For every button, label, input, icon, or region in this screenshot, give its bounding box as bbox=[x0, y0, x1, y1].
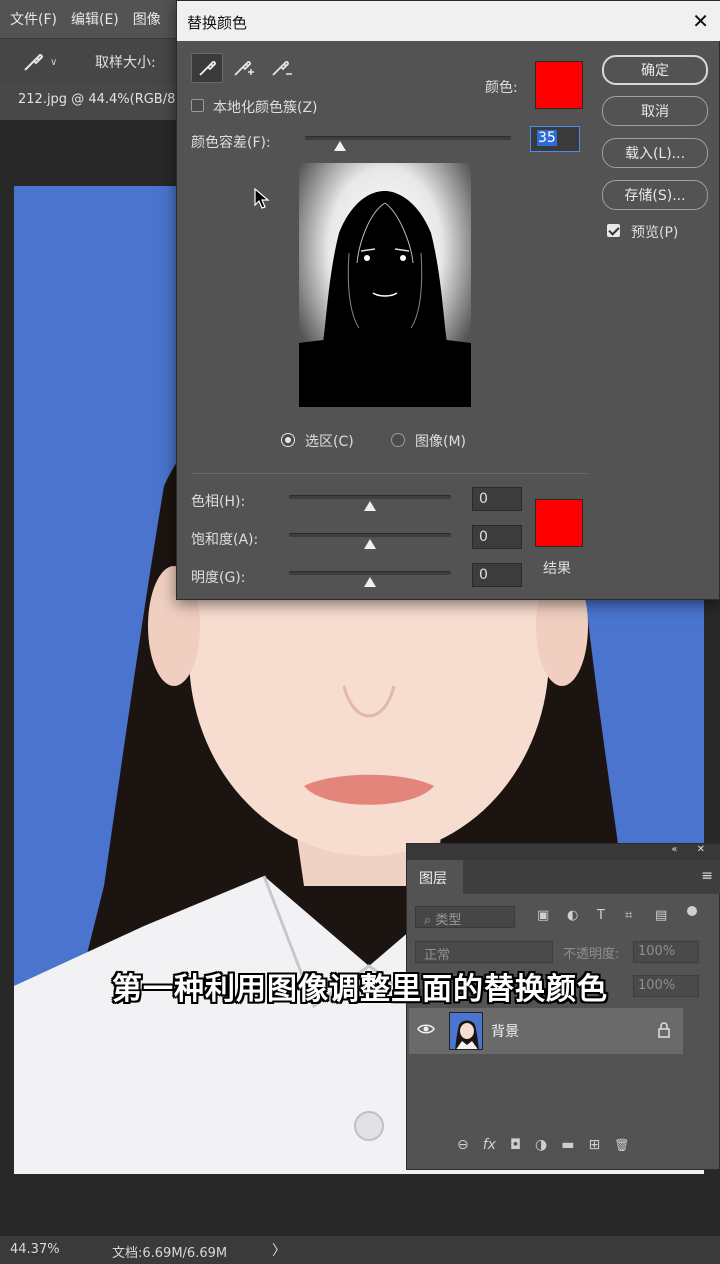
link-layers-icon[interactable]: ⊖ bbox=[457, 1137, 469, 1153]
filter-toggle-icon[interactable] bbox=[687, 906, 697, 916]
eyedropper-tool[interactable] bbox=[191, 53, 223, 83]
panel-header: « ✕ bbox=[407, 844, 720, 860]
current-tool[interactable]: ∨ bbox=[22, 49, 68, 75]
fuzziness-slider[interactable] bbox=[305, 136, 511, 140]
saturation-slider[interactable] bbox=[289, 533, 451, 537]
lock-icon[interactable] bbox=[657, 1022, 671, 1038]
replace-color-dialog: 替换颜色 ✕ 本地化颜色簇(Z) 颜色: 颜色容差(F): 35 选区(C) 图… bbox=[176, 0, 720, 600]
menu-image[interactable]: 图像 bbox=[133, 9, 161, 29]
fx-icon[interactable]: fx bbox=[483, 1137, 496, 1153]
fuzziness-label: 颜色容差(F): bbox=[191, 135, 271, 151]
filter-adjust-icon[interactable]: ◐ bbox=[567, 908, 578, 923]
fuzziness-value: 35 bbox=[537, 130, 557, 146]
chevron-down-icon: ∨ bbox=[50, 56, 58, 68]
close-icon[interactable]: ✕ bbox=[692, 9, 709, 33]
selection-mask-image bbox=[299, 163, 471, 407]
view-selection-label: 选区(C) bbox=[305, 434, 354, 450]
add-mask-icon[interactable]: ◘ bbox=[510, 1137, 521, 1153]
eyedropper-plus-tool[interactable] bbox=[227, 53, 259, 83]
panel-menu-icon[interactable]: ≡ bbox=[701, 868, 713, 884]
section-divider bbox=[191, 473, 587, 474]
layer-name: 背景 bbox=[491, 1024, 519, 1040]
saturation-label: 饱和度(A): bbox=[191, 532, 259, 548]
search-icon: ⌕ bbox=[424, 913, 436, 928]
menu-file[interactable]: 文件(F) bbox=[10, 9, 57, 29]
filter-smart-icon[interactable]: ▤ bbox=[655, 908, 667, 923]
preview-checkbox[interactable] bbox=[607, 224, 620, 237]
adjustment-layer-icon[interactable]: ◑ bbox=[535, 1137, 547, 1153]
lightness-label: 明度(G): bbox=[191, 570, 246, 586]
preview-label: 预览(P) bbox=[631, 225, 679, 241]
new-layer-icon[interactable]: ⊞ bbox=[588, 1137, 600, 1153]
layer-thumbnail bbox=[449, 1012, 483, 1050]
hue-label: 色相(H): bbox=[191, 494, 246, 510]
status-expand-icon[interactable]: 〉 bbox=[272, 1240, 286, 1260]
filter-type-icon[interactable]: T bbox=[597, 908, 605, 923]
opacity-input[interactable]: 100% bbox=[633, 941, 699, 963]
layers-footer: ⊖ fx ◘ ◑ ▬ ⊞ 🗑 bbox=[407, 1130, 720, 1160]
delete-layer-icon[interactable]: 🗑 bbox=[614, 1138, 629, 1152]
sample-size-label: 取样大小: bbox=[95, 55, 156, 71]
fuzziness-slider-handle[interactable] bbox=[334, 141, 346, 151]
status-bar: 44.37% 文档:6.69M/6.69M 〉 bbox=[0, 1236, 720, 1264]
video-subtitle: 第一种利用图像调整里面的替换颜色 bbox=[112, 972, 608, 1007]
selection-preview bbox=[299, 163, 471, 407]
localized-clusters-label: 本地化颜色簇(Z) bbox=[213, 100, 318, 116]
menu-edit[interactable]: 编辑(E) bbox=[71, 9, 119, 29]
mouse-cursor-icon bbox=[254, 188, 270, 209]
load-button[interactable]: 载入(L)... bbox=[602, 138, 708, 168]
view-selection-radio[interactable] bbox=[281, 433, 295, 447]
hue-input[interactable]: 0 bbox=[472, 487, 522, 511]
dialog-title: 替换颜色 bbox=[177, 1, 720, 41]
ok-button[interactable]: 确定 bbox=[602, 55, 708, 85]
eye-icon[interactable] bbox=[417, 1022, 435, 1036]
eyedropper-minus-icon bbox=[272, 61, 292, 76]
lightness-slider[interactable] bbox=[289, 571, 451, 575]
opacity-label: 不透明度: bbox=[563, 947, 620, 962]
zoom-level[interactable]: 44.37% bbox=[10, 1242, 60, 1257]
saturation-slider-handle[interactable] bbox=[364, 539, 376, 549]
view-image-radio[interactable] bbox=[391, 433, 405, 447]
layer-row[interactable]: 背景 bbox=[409, 1008, 683, 1054]
tab-layers[interactable]: 图层 bbox=[407, 860, 463, 894]
save-button[interactable]: 存储(S)... bbox=[602, 180, 708, 210]
result-label: 结果 bbox=[543, 561, 571, 577]
eyedropper-plus-icon bbox=[234, 61, 254, 76]
hue-slider[interactable] bbox=[289, 495, 451, 499]
cancel-button[interactable]: 取消 bbox=[602, 96, 708, 126]
saturation-input[interactable]: 0 bbox=[472, 525, 522, 549]
eyedropper-icon bbox=[24, 53, 44, 71]
new-group-icon[interactable]: ▬ bbox=[561, 1137, 574, 1153]
lightness-slider-handle[interactable] bbox=[364, 577, 376, 587]
layer-filter[interactable]: ⌕ 类型 bbox=[415, 906, 515, 928]
localized-clusters-checkbox[interactable] bbox=[191, 99, 204, 112]
blend-mode-select[interactable]: 正常 bbox=[415, 941, 553, 963]
lightness-input[interactable]: 0 bbox=[472, 563, 522, 587]
view-image-label: 图像(M) bbox=[415, 434, 467, 450]
color-label: 颜色: bbox=[485, 80, 518, 96]
document-size: 文档:6.69M/6.69M bbox=[112, 1246, 228, 1261]
filter-type-label: 类型 bbox=[435, 913, 462, 928]
result-color-swatch[interactable] bbox=[535, 499, 583, 547]
filter-shape-icon[interactable]: ⌗ bbox=[625, 908, 632, 923]
filter-pixel-icon[interactable]: ▣ bbox=[537, 908, 549, 923]
fuzziness-input[interactable]: 35 bbox=[530, 126, 580, 152]
collapse-close-icons[interactable]: « ✕ bbox=[671, 844, 713, 855]
eyedropper-icon bbox=[199, 61, 216, 76]
selected-color-swatch[interactable] bbox=[535, 61, 583, 109]
document-tab[interactable]: 212.jpg @ 44.4%(RGB/8 bbox=[0, 84, 185, 120]
hue-slider-handle[interactable] bbox=[364, 501, 376, 511]
eyedropper-minus-tool[interactable] bbox=[265, 53, 297, 83]
layers-tab-row: 图层 ≡ bbox=[407, 860, 720, 894]
